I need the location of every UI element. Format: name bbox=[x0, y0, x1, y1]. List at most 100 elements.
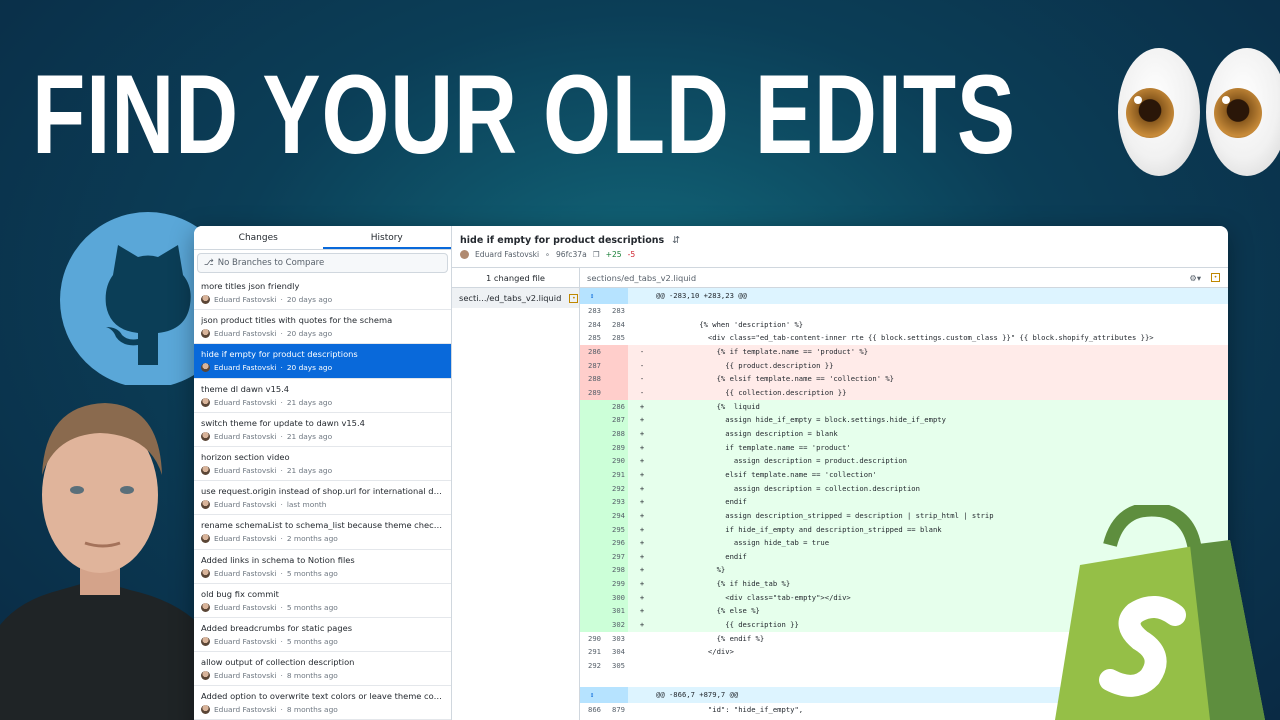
expand-icon[interactable]: ⇵ bbox=[672, 235, 680, 246]
commit-list-item[interactable]: allow output of collection description Ed… bbox=[194, 652, 451, 687]
commit-list-item[interactable]: hide if empty for product descriptions Ed… bbox=[194, 344, 451, 379]
code-text: if template.name == 'product' bbox=[656, 442, 851, 452]
old-line-number: 292 bbox=[588, 661, 601, 671]
code-text: assign description = blank bbox=[656, 428, 838, 438]
old-line-number bbox=[580, 536, 604, 550]
new-line-number: 284 bbox=[612, 319, 625, 329]
avatar bbox=[201, 329, 210, 339]
headline: FIND YOUR OLD EDITS bbox=[32, 52, 1016, 177]
code-text: assign description = product.description bbox=[656, 456, 907, 466]
commit-item-title: theme dl dawn v15.4 bbox=[201, 383, 290, 394]
commit-list-item[interactable]: Added links in schema to Notion files Edu… bbox=[194, 550, 451, 584]
old-line-number bbox=[580, 618, 604, 632]
code-text: {% elsif template.name == 'collection' %… bbox=[656, 374, 894, 384]
eye-emoji-icon bbox=[1206, 48, 1280, 176]
new-line-number: 297 bbox=[604, 549, 628, 564]
diff-line: 289 + if template.name == 'product' bbox=[580, 440, 1228, 455]
commit-list-item[interactable]: old bug fix commit Eduard Fastovski · 5 mon… bbox=[194, 584, 451, 618]
old-line-number bbox=[580, 399, 604, 414]
commit-icon: ∘ bbox=[545, 250, 550, 259]
commit-list-item[interactable]: Added option to overwrite text colors or… bbox=[194, 686, 451, 720]
commit-list-item[interactable]: json product titles with quotes for the … bbox=[194, 310, 451, 345]
commit-list-item[interactable]: switch theme for update to dawn v15.4 Edu… bbox=[194, 413, 451, 447]
commit-list-item[interactable]: more titles json friendly Eduard Fastovsk… bbox=[194, 276, 451, 311]
commit-item-author: Eduard Fastovski bbox=[214, 534, 277, 544]
old-line-number bbox=[580, 563, 604, 578]
diff-sign bbox=[628, 331, 656, 345]
avatar bbox=[201, 295, 210, 304]
new-line-number: 291 bbox=[604, 467, 628, 482]
gear-icon[interactable]: ⚙▾ bbox=[1189, 268, 1201, 288]
diff-line: 283 283 bbox=[580, 304, 1228, 318]
commit-item-time: 20 days ago bbox=[286, 295, 333, 304]
diff-line: 286 - {% if template.name == 'product' %} bbox=[580, 344, 1228, 359]
code-text: {{ collection.description }} bbox=[656, 387, 847, 397]
new-line-number bbox=[604, 358, 628, 373]
diff-line: 287 + assign hide_if_empty = block.settin… bbox=[580, 413, 1228, 427]
avatar bbox=[201, 602, 210, 612]
new-line-number: 300 bbox=[604, 590, 628, 605]
shopify-bag-logo-icon bbox=[1055, 505, 1265, 720]
diff-line: 288 - {% elsif template.name == 'collecti… bbox=[580, 372, 1228, 386]
changed-file-item[interactable]: secti.../ed_tabs_v2.liquid • bbox=[452, 288, 579, 308]
diff-line: 292 + assign description = collection.des… bbox=[580, 481, 1228, 496]
old-line-number: 284 bbox=[588, 319, 601, 329]
new-line-number: 285 bbox=[612, 333, 625, 343]
new-line-number: 299 bbox=[604, 577, 628, 591]
new-line-number: 303 bbox=[612, 633, 625, 643]
new-line-number: 304 bbox=[612, 647, 625, 657]
commit-item-title: Added links in schema to Notion files bbox=[201, 554, 355, 565]
diff-hunk-header[interactable]: ↕ @@ -283,10 +283,23 @@ bbox=[580, 288, 1228, 304]
new-line-number: 298 bbox=[604, 563, 628, 578]
commit-item-title: Added breadcrumbs for static pages bbox=[201, 622, 353, 633]
hunk-text: @@ -283,10 +283,23 @@ bbox=[656, 291, 747, 300]
copy-icon[interactable]: ❐ bbox=[593, 250, 600, 259]
commit-item-author: Eduard Fastovski bbox=[214, 295, 277, 304]
diff-file-path: sections/ed_tabs_v2.liquid bbox=[587, 273, 697, 283]
commit-item-time: 5 months ago bbox=[286, 636, 338, 646]
code-text: assign description = collection.descript… bbox=[656, 483, 920, 493]
commit-item-time: 2 months ago bbox=[286, 534, 338, 544]
commit-sha[interactable]: 96fc37a bbox=[556, 250, 587, 259]
diff-line: 291 + elsif template.name == 'collection' bbox=[580, 467, 1228, 482]
changed-file-count: 1 changed file bbox=[452, 268, 579, 288]
diff-line: 287 - {{ product.description }} bbox=[580, 358, 1228, 373]
tab-history[interactable]: History bbox=[322, 226, 451, 249]
commit-item-title: switch theme for update to dawn v15.4 bbox=[201, 417, 365, 428]
diff-sign: + bbox=[639, 620, 645, 630]
diff-sign bbox=[628, 304, 656, 318]
diff-sign: - bbox=[639, 346, 645, 356]
commit-list-item[interactable]: Added breadcrumbs for static pages Eduard… bbox=[194, 618, 451, 653]
tab-changes[interactable]: Changes bbox=[194, 226, 323, 249]
commit-item-title: Added option to overwrite text colors or… bbox=[201, 691, 444, 702]
diff-sign: + bbox=[639, 469, 645, 479]
expand-arrow-icon[interactable]: ↕ bbox=[580, 288, 604, 304]
diff-sign: - bbox=[639, 374, 645, 384]
commit-item-time: 5 months ago bbox=[286, 568, 338, 578]
branch-compare-input[interactable]: ⎇ No Branches to Compare bbox=[197, 253, 448, 273]
commit-list-item[interactable]: rename schemaList to schema_list because… bbox=[194, 515, 451, 550]
commit-item-time: 5 months ago bbox=[286, 602, 338, 612]
commit-item-author: Eduard Fastovski bbox=[214, 431, 277, 441]
commit-list-item[interactable]: theme dl dawn v15.4 Eduard Fastovski · 21 d… bbox=[194, 379, 451, 413]
new-line-number: 295 bbox=[604, 522, 628, 537]
commit-list-item[interactable]: use request.origin instead of shop.url f… bbox=[194, 481, 451, 516]
commit-item-title: hide if empty for product descriptions bbox=[201, 349, 358, 360]
commit-item-author: Eduard Fastovski bbox=[214, 671, 277, 681]
commit-item-time: 21 days ago bbox=[286, 465, 333, 475]
diff-sign bbox=[628, 659, 656, 673]
diff-sign bbox=[628, 318, 656, 332]
commit-item-author: Eduard Fastovski bbox=[214, 500, 277, 510]
old-line-number bbox=[580, 577, 604, 591]
expand-arrow-icon[interactable]: ↕ bbox=[580, 686, 604, 703]
new-line-number: 286 bbox=[604, 399, 628, 414]
commit-item-author: Eduard Fastovski bbox=[214, 568, 277, 578]
avatar bbox=[201, 671, 210, 681]
old-line-number bbox=[580, 590, 604, 605]
diff-line: 288 + assign description = blank bbox=[580, 426, 1228, 441]
old-line-number bbox=[580, 481, 604, 496]
diff-sign: + bbox=[639, 551, 645, 561]
commit-item-title: json product titles with quotes for the … bbox=[201, 315, 393, 326]
commit-list-item[interactable]: horizon section video Eduard Fastovski · 21… bbox=[194, 447, 451, 482]
